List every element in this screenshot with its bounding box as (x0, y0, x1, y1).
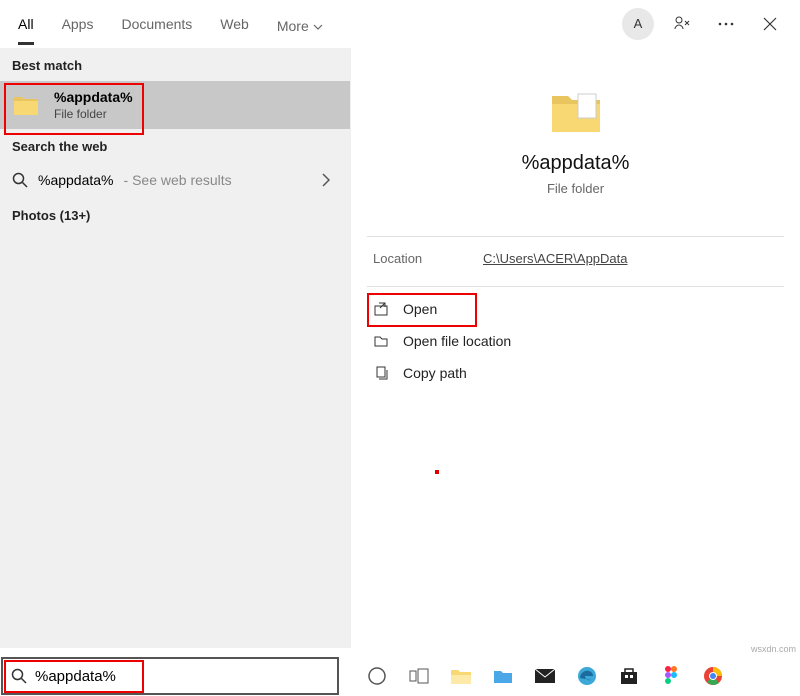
open-icon (373, 301, 389, 317)
tab-more-label: More (277, 18, 309, 34)
tab-more[interactable]: More (277, 2, 323, 45)
figma-icon[interactable] (657, 662, 685, 690)
section-best-match: Best match (0, 48, 350, 81)
detail-subtitle: File folder (547, 181, 604, 196)
search-filter-bar: All Apps Documents Web More A (0, 0, 800, 48)
action-copy-path-label: Copy path (403, 365, 467, 381)
edge-icon[interactable] (573, 662, 601, 690)
section-search-web: Search the web (0, 129, 350, 162)
detail-panel: %appdata% File folder Location C:\Users\… (350, 48, 800, 648)
action-copy-path[interactable]: Copy path (367, 357, 784, 389)
search-input[interactable] (35, 668, 329, 685)
location-label: Location (373, 251, 483, 266)
tab-apps[interactable]: Apps (62, 2, 94, 45)
action-open-label: Open (403, 301, 437, 317)
detail-title: %appdata% (522, 152, 630, 175)
action-open-location[interactable]: Open file location (367, 325, 784, 357)
best-match-result[interactable]: %appdata% File folder (0, 81, 350, 129)
taskbar (0, 656, 800, 696)
taskbar-icons (363, 662, 727, 690)
chrome-icon[interactable] (699, 662, 727, 690)
store-icon[interactable] (615, 662, 643, 690)
annotation-dot (435, 470, 439, 474)
filter-tabs: All Apps Documents Web More (8, 2, 622, 45)
folder-icon (12, 93, 40, 117)
close-icon[interactable] (754, 8, 786, 40)
tab-documents[interactable]: Documents (121, 2, 192, 45)
cortana-icon[interactable] (363, 662, 391, 690)
chevron-down-icon (313, 24, 323, 30)
match-title: %appdata% (54, 89, 133, 105)
match-text: %appdata% File folder (54, 89, 133, 121)
more-options-icon[interactable] (710, 8, 742, 40)
user-avatar[interactable]: A (622, 8, 654, 40)
search-icon (11, 668, 27, 684)
copy-icon (373, 365, 389, 381)
tab-web[interactable]: Web (220, 2, 249, 45)
file-explorer-icon[interactable] (447, 662, 475, 690)
feedback-icon[interactable] (666, 8, 698, 40)
folder-icon-large (548, 88, 604, 136)
results-panel: Best match %appdata% File folder Search … (0, 48, 350, 648)
search-icon (12, 172, 28, 188)
folder-location-icon (373, 333, 389, 349)
task-view-icon[interactable] (405, 662, 433, 690)
action-open-location-label: Open file location (403, 333, 511, 349)
web-query-text: %appdata% (38, 172, 114, 188)
location-value[interactable]: C:\Users\ACER\AppData (483, 251, 628, 266)
match-subtitle: File folder (54, 107, 133, 121)
location-row: Location C:\Users\ACER\AppData (367, 251, 784, 266)
web-result-row[interactable]: %appdata% - See web results (0, 162, 350, 198)
taskbar-search[interactable] (1, 657, 339, 695)
app-icon[interactable] (489, 662, 517, 690)
top-right-controls: A (622, 8, 792, 40)
divider (367, 286, 784, 287)
divider (367, 236, 784, 237)
section-photos: Photos (13+) (0, 198, 350, 231)
attribution-text: wsxdn.com (751, 644, 796, 654)
chevron-right-icon (322, 173, 330, 187)
tab-all[interactable]: All (18, 2, 34, 45)
search-body: Best match %appdata% File folder Search … (0, 48, 800, 648)
web-hint: - See web results (124, 172, 232, 188)
mail-icon[interactable] (531, 662, 559, 690)
action-open[interactable]: Open (367, 293, 784, 325)
